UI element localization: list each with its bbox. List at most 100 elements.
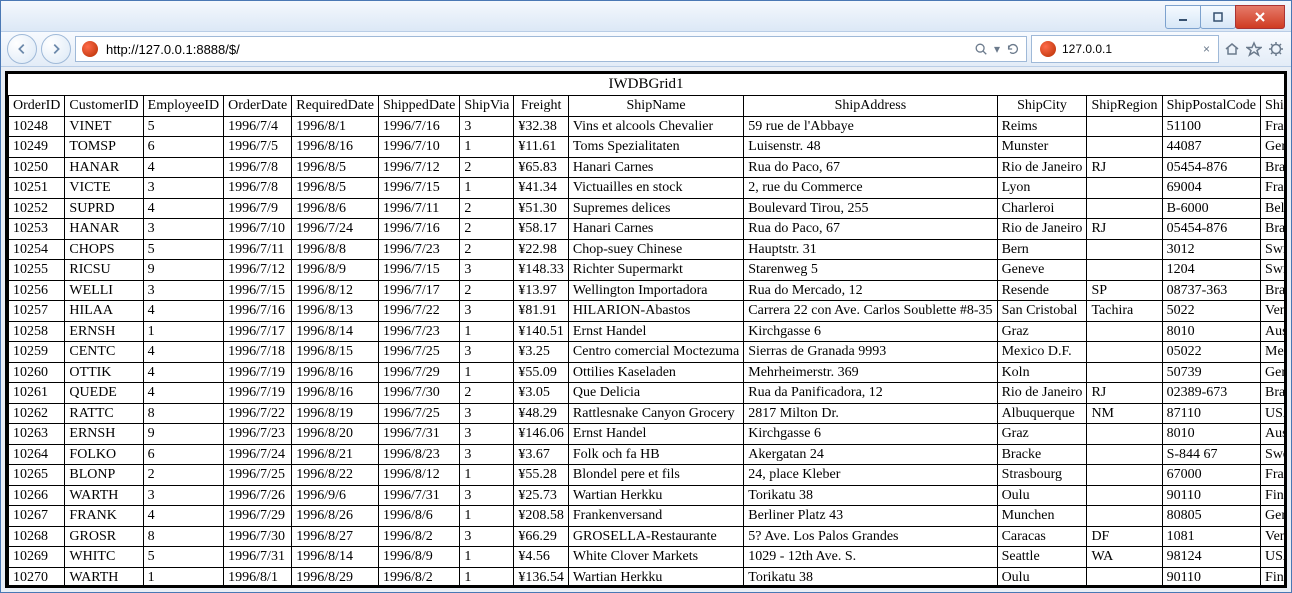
table-cell: ¥3.67 <box>514 444 569 465</box>
back-button[interactable] <box>7 34 37 64</box>
table-row[interactable]: 10253HANAR31996/7/101996/7/241996/7/162¥… <box>9 219 1285 240</box>
table-cell <box>1087 321 1162 342</box>
table-cell: Finland <box>1261 567 1284 585</box>
table-cell: 4 <box>143 157 224 178</box>
column-header[interactable]: CustomerID <box>65 96 143 117</box>
table-cell: Charleroi <box>997 198 1087 219</box>
table-cell: Rio de Janeiro <box>997 219 1087 240</box>
table-row[interactable]: 10257HILAA41996/7/161996/8/131996/7/223¥… <box>9 301 1285 322</box>
table-row[interactable]: 10256WELLI31996/7/151996/8/121996/7/172¥… <box>9 280 1285 301</box>
column-header[interactable]: ShipCity <box>997 96 1087 117</box>
table-cell: 3 <box>143 178 224 199</box>
table-cell: 1996/8/23 <box>379 444 460 465</box>
table-row[interactable]: 10254CHOPS51996/7/111996/8/81996/7/232¥2… <box>9 239 1285 260</box>
table-row[interactable]: 10266WARTH31996/7/261996/9/61996/7/313¥2… <box>9 485 1285 506</box>
table-row[interactable]: 10252SUPRD41996/7/91996/8/61996/7/112¥51… <box>9 198 1285 219</box>
table-cell: Brazil <box>1261 280 1284 301</box>
tab-close-icon[interactable]: × <box>1203 42 1210 56</box>
column-header[interactable]: ShippedDate <box>379 96 460 117</box>
column-header[interactable]: ShipName <box>568 96 743 117</box>
table-cell: 1996/7/31 <box>379 485 460 506</box>
refresh-icon[interactable] <box>1006 42 1020 56</box>
table-cell <box>1087 137 1162 158</box>
window-titlebar <box>1 1 1291 31</box>
table-row[interactable]: 10262RATTC81996/7/221996/8/191996/7/253¥… <box>9 403 1285 424</box>
table-cell: Carrera 22 con Ave. Carlos Soublette #8-… <box>744 301 997 322</box>
column-header[interactable]: EmployeeID <box>143 96 224 117</box>
table-cell: 1996/7/10 <box>224 219 292 240</box>
table-cell: USA <box>1261 403 1284 424</box>
table-row[interactable]: 10248VINET51996/7/41996/8/11996/7/163¥32… <box>9 116 1285 137</box>
table-cell: 50739 <box>1162 362 1260 383</box>
search-icon[interactable] <box>974 42 988 56</box>
table-cell: Tachira <box>1087 301 1162 322</box>
table-cell: 8 <box>143 526 224 547</box>
column-header[interactable]: ShipVia <box>460 96 514 117</box>
table-cell: Luisenstr. 48 <box>744 137 997 158</box>
table-cell: 98124 <box>1162 547 1260 568</box>
table-cell: RJ <box>1087 383 1162 404</box>
table-cell: 1996/8/16 <box>292 383 379 404</box>
table-cell: Rio de Janeiro <box>997 157 1087 178</box>
table-row[interactable]: 10251VICTE31996/7/81996/8/51996/7/151¥41… <box>9 178 1285 199</box>
table-row[interactable]: 10259CENTC41996/7/181996/8/151996/7/253¥… <box>9 342 1285 363</box>
table-cell: 1996/8/2 <box>379 526 460 547</box>
minimize-button[interactable] <box>1165 5 1201 29</box>
table-cell: 1996/8/26 <box>292 506 379 527</box>
favorites-icon[interactable] <box>1245 40 1263 58</box>
table-row[interactable]: 10249TOMSP61996/7/51996/8/161996/7/101¥1… <box>9 137 1285 158</box>
table-cell: Rua do Mercado, 12 <box>744 280 997 301</box>
table-row[interactable]: 10270WARTH11996/8/11996/8/291996/8/21¥13… <box>9 567 1285 585</box>
forward-button[interactable] <box>41 34 71 64</box>
column-header[interactable]: Freight <box>514 96 569 117</box>
table-cell: Ernst Handel <box>568 321 743 342</box>
table-cell: TOMSP <box>65 137 143 158</box>
column-header[interactable]: RequiredDate <box>292 96 379 117</box>
home-icon[interactable] <box>1223 40 1241 58</box>
address-bar[interactable]: ▾ <box>75 36 1027 62</box>
table-cell: Wellington Importadora <box>568 280 743 301</box>
table-cell: 1996/7/19 <box>224 362 292 383</box>
column-header[interactable]: ShipPostalCode <box>1162 96 1260 117</box>
table-cell: ¥11.61 <box>514 137 569 158</box>
table-cell: 1996/8/6 <box>292 198 379 219</box>
table-cell: 10248 <box>9 116 65 137</box>
grid-scroll[interactable]: OrderIDCustomerIDEmployeeIDOrderDateRequ… <box>8 95 1284 585</box>
table-row[interactable]: 10250HANAR41996/7/81996/8/51996/7/122¥65… <box>9 157 1285 178</box>
tools-icon[interactable] <box>1267 40 1285 58</box>
table-cell: 1996/7/15 <box>379 178 460 199</box>
table-row[interactable]: 10265BLONP21996/7/251996/8/221996/8/121¥… <box>9 465 1285 486</box>
column-header[interactable]: OrderDate <box>224 96 292 117</box>
table-cell: 3 <box>460 342 514 363</box>
table-cell: 90110 <box>1162 567 1260 585</box>
table-cell: RICSU <box>65 260 143 281</box>
maximize-button[interactable] <box>1200 5 1236 29</box>
close-button[interactable] <box>1235 5 1285 29</box>
table-row[interactable]: 10268GROSR81996/7/301996/8/271996/8/23¥6… <box>9 526 1285 547</box>
table-row[interactable]: 10255RICSU91996/7/121996/8/91996/7/153¥1… <box>9 260 1285 281</box>
column-header[interactable]: OrderID <box>9 96 65 117</box>
column-header[interactable]: ShipAddress <box>744 96 997 117</box>
table-cell: 10262 <box>9 403 65 424</box>
table-row[interactable]: 10264FOLKO61996/7/241996/8/211996/8/233¥… <box>9 444 1285 465</box>
column-header[interactable]: ShipRegion <box>1087 96 1162 117</box>
table-cell: 10251 <box>9 178 65 199</box>
table-cell: Finland <box>1261 485 1284 506</box>
url-input[interactable] <box>104 41 968 58</box>
table-cell: 80805 <box>1162 506 1260 527</box>
table-row[interactable]: 10260OTTIK41996/7/191996/8/161996/7/291¥… <box>9 362 1285 383</box>
column-header[interactable]: ShipCountry <box>1261 96 1284 117</box>
table-row[interactable]: 10267FRANK41996/7/291996/8/261996/8/61¥2… <box>9 506 1285 527</box>
table-cell: Munster <box>997 137 1087 158</box>
table-row[interactable]: 10269WHITC51996/7/311996/8/141996/8/91¥4… <box>9 547 1285 568</box>
table-cell: Akergatan 24 <box>744 444 997 465</box>
table-cell: 3 <box>143 219 224 240</box>
table-row[interactable]: 10261QUEDE41996/7/191996/8/161996/7/302¥… <box>9 383 1285 404</box>
table-cell: 5 <box>143 547 224 568</box>
table-cell: 1996/7/11 <box>224 239 292 260</box>
browser-tab[interactable]: 127.0.0.1 × <box>1031 35 1219 63</box>
table-cell: HANAR <box>65 219 143 240</box>
table-row[interactable]: 10263ERNSH91996/7/231996/8/201996/7/313¥… <box>9 424 1285 445</box>
table-cell: 1996/7/8 <box>224 178 292 199</box>
table-row[interactable]: 10258ERNSH11996/7/171996/8/141996/7/231¥… <box>9 321 1285 342</box>
